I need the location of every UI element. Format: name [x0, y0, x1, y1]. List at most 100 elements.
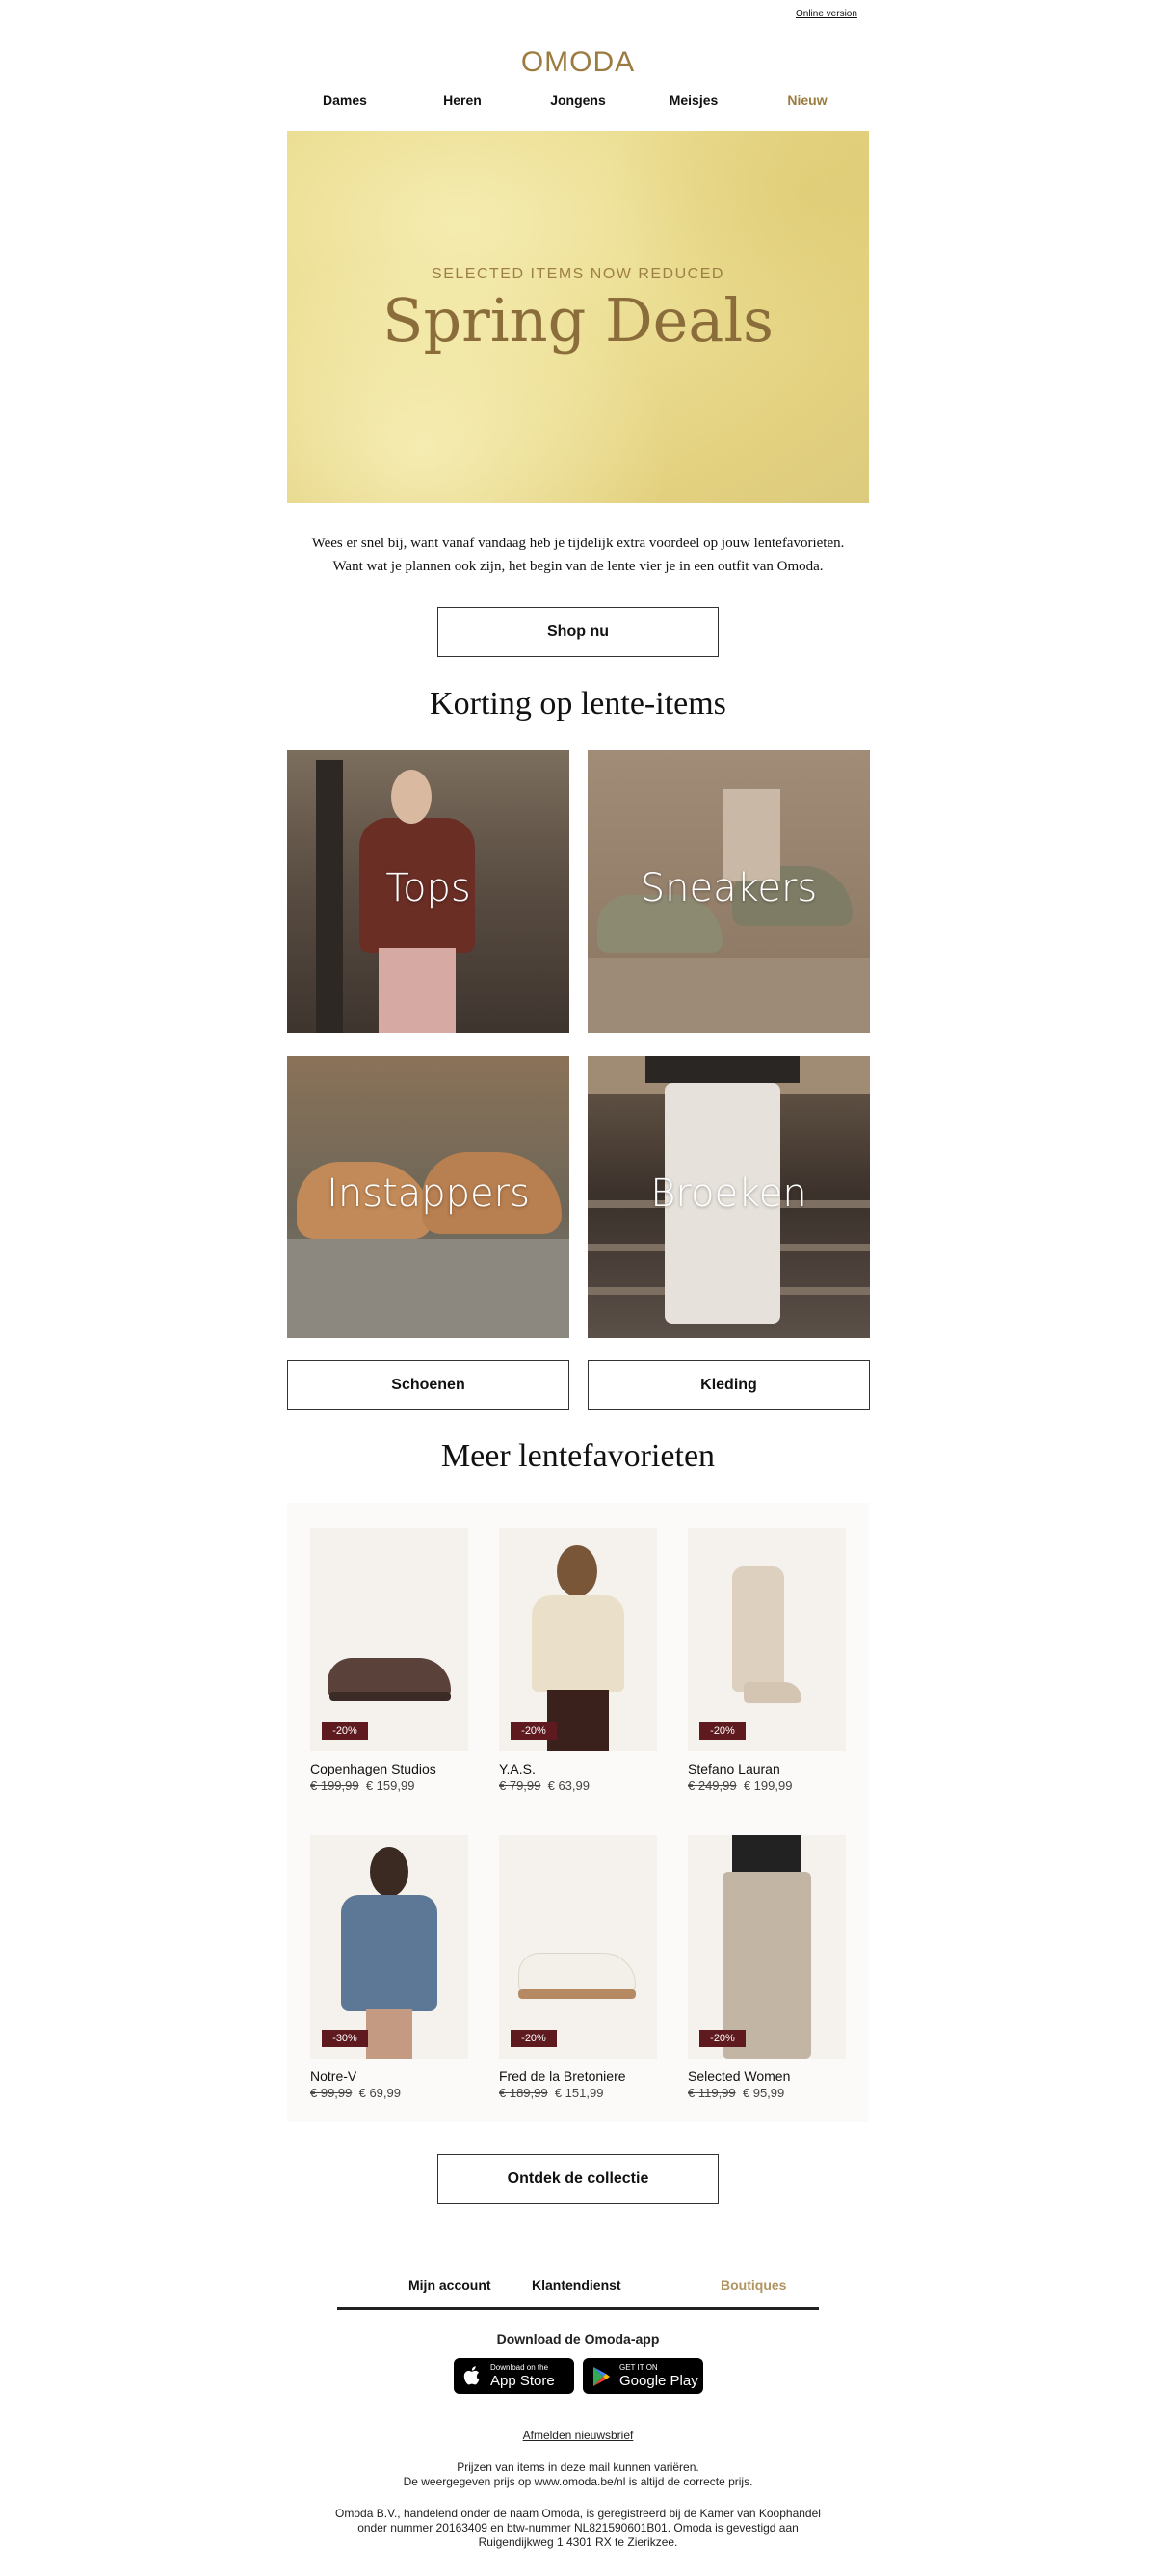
- nav-nieuw[interactable]: Nieuw: [759, 92, 855, 108]
- disclaimer-line: De weergegeven prijs op www.omoda.be/nl …: [403, 2475, 753, 2488]
- new-price: € 199,99: [743, 1778, 793, 1793]
- product-grid: -20% Copenhagen Studios € 199,99 € 159,9…: [287, 1503, 869, 2122]
- store-small-text: Download on the: [490, 2363, 549, 2372]
- category-tile-tops[interactable]: Tops: [287, 750, 569, 1033]
- product-image: -20%: [688, 1528, 846, 1751]
- old-price: € 189,99: [499, 2086, 548, 2100]
- online-version-link[interactable]: Online version: [796, 9, 857, 19]
- blouse-image: [532, 1595, 624, 1692]
- product-card[interactable]: -20% Stefano Lauran € 249,99 € 199,99: [688, 1528, 846, 1793]
- legs-image: [366, 2009, 412, 2059]
- category-tile-instappers[interactable]: Instappers: [287, 1056, 569, 1338]
- category-tile-broeken[interactable]: Broeken: [588, 1056, 870, 1338]
- apple-icon: [463, 2366, 480, 2385]
- section-title-more-favourites: Meer lentefavorieten: [440, 1438, 716, 1474]
- price-disclaimer: Prijzen van items in deze mail kunnen va…: [287, 2460, 869, 2489]
- unsubscribe-link[interactable]: Afmelden nieuwsbrief: [287, 2429, 869, 2442]
- new-price: € 95,99: [742, 2086, 785, 2100]
- discount-badge: -30%: [322, 2030, 368, 2047]
- company-line: Omoda B.V., handelend onder de naam Omod…: [335, 2507, 821, 2520]
- product-card[interactable]: -20% Copenhagen Studios € 199,99 € 159,9…: [310, 1528, 468, 1793]
- model-image: [370, 1847, 408, 1897]
- product-card[interactable]: -20% Fred de la Bretoniere € 189,99 € 15…: [499, 1835, 657, 2100]
- nav-meisjes[interactable]: Meisjes: [645, 92, 742, 108]
- product-image: -20%: [310, 1528, 468, 1751]
- hero-kicker: SELECTED ITEMS NOW REDUCED: [432, 266, 724, 282]
- intro-line: Want wat je plannen ook zijn, het begin …: [332, 559, 824, 574]
- sole-image: [329, 1692, 451, 1701]
- product-price: € 189,99 € 151,99: [499, 2086, 657, 2100]
- discount-badge: -20%: [511, 2030, 557, 2047]
- model-image: [557, 1545, 597, 1597]
- product-price: € 249,99 € 199,99: [688, 1778, 846, 1793]
- main-nav: Dames Heren Jongens Meisjes Nieuw: [287, 92, 869, 112]
- product-brand: Stefano Lauran: [688, 1761, 780, 1776]
- model-image: [391, 770, 432, 824]
- shoes-button[interactable]: Schoenen: [287, 1360, 569, 1410]
- top-image: [732, 1835, 801, 1874]
- disclaimer-line: Prijzen van items in deze mail kunnen va…: [457, 2460, 699, 2474]
- footer-link-account[interactable]: Mijn account: [408, 2277, 491, 2293]
- category-tile-sneakers[interactable]: Sneakers: [588, 750, 870, 1033]
- old-price: € 119,99: [688, 2086, 736, 2100]
- intro-line: Wees er snel bij, want vanaf vandaag heb…: [311, 536, 845, 551]
- store-big-text: App Store: [490, 2373, 555, 2389]
- discount-badge: -20%: [699, 2030, 746, 2047]
- svg-text:OMODA: OMODA: [521, 46, 635, 78]
- new-price: € 63,99: [547, 1778, 590, 1793]
- clothing-button[interactable]: Kleding: [588, 1360, 870, 1410]
- product-card[interactable]: -20% Selected Women € 119,99 € 95,99: [688, 1835, 846, 2100]
- trousers-image: [547, 1690, 609, 1751]
- stone-image: [287, 1239, 569, 1338]
- old-price: € 199,99: [310, 1778, 359, 1793]
- category-label: Broeken: [650, 1171, 807, 1216]
- boot-image: [732, 1566, 784, 1692]
- product-image: -30%: [310, 1835, 468, 2059]
- trousers-image: [379, 948, 456, 1033]
- new-price: € 151,99: [554, 2086, 604, 2100]
- nav-jongens[interactable]: Jongens: [530, 92, 626, 108]
- shop-now-button[interactable]: Shop nu: [437, 607, 719, 657]
- category-label: Tops: [385, 866, 471, 910]
- google-play-badge[interactable]: GET IT ON Google Play: [583, 2358, 703, 2394]
- app-download-title: Download de Omoda-app: [496, 2331, 660, 2347]
- company-line: Ruigendijkweg 1 4301 RX te Zierikzee.: [478, 2536, 678, 2549]
- new-price: € 159,99: [365, 1778, 415, 1793]
- product-brand: Notre-V: [310, 2068, 357, 2084]
- product-card[interactable]: -30% Notre-V € 99,99 € 69,99: [310, 1835, 468, 2100]
- nav-dames[interactable]: Dames: [297, 92, 393, 108]
- hero-title: Spring Deals: [382, 285, 774, 355]
- old-price: € 99,99: [310, 2086, 353, 2100]
- hero-banner[interactable]: SELECTED ITEMS NOW REDUCED Spring Deals: [287, 131, 869, 503]
- footer-nav: Mijn account Klantendienst Boutiques: [337, 2275, 819, 2310]
- product-price: € 199,99 € 159,99: [310, 1778, 468, 1793]
- product-price: € 79,99 € 63,99: [499, 1778, 657, 1793]
- sole-image: [518, 1989, 636, 1999]
- product-image: -20%: [499, 1528, 657, 1751]
- jacket-image: [645, 1056, 800, 1083]
- app-store-badge[interactable]: Download on the App Store: [454, 2358, 574, 2394]
- footer-link-boutiques[interactable]: Boutiques: [721, 2277, 786, 2293]
- category-label: Instappers: [327, 1171, 530, 1216]
- discount-badge: -20%: [699, 1722, 746, 1740]
- step-image: [588, 958, 870, 1033]
- denim-dress-image: [341, 1895, 437, 2011]
- footer-link-customer-service[interactable]: Klantendienst: [532, 2277, 621, 2293]
- omoda-logo[interactable]: OMODA: [520, 42, 636, 81]
- discover-collection-button[interactable]: Ontdek de collectie: [437, 2154, 719, 2204]
- product-brand: Y.A.S.: [499, 1761, 536, 1776]
- product-price: € 99,99 € 69,99: [310, 2086, 468, 2100]
- section-title-spring-items: Korting op lente-items: [430, 686, 726, 722]
- discount-badge: -20%: [511, 1722, 557, 1740]
- product-image: -20%: [499, 1835, 657, 2059]
- new-price: € 69,99: [358, 2086, 401, 2100]
- loafer-image: [328, 1658, 451, 1696]
- product-brand: Fred de la Bretoniere: [499, 2068, 626, 2084]
- nav-heren[interactable]: Heren: [414, 92, 511, 108]
- product-card[interactable]: -20% Y.A.S. € 79,99 € 63,99: [499, 1528, 657, 1793]
- product-price: € 119,99 € 95,99: [688, 2086, 846, 2100]
- company-info: Omoda B.V., handelend onder de naam Omod…: [287, 2507, 869, 2550]
- product-brand: Copenhagen Studios: [310, 1761, 436, 1776]
- old-price: € 249,99: [688, 1778, 737, 1793]
- google-play-icon: [593, 2367, 610, 2386]
